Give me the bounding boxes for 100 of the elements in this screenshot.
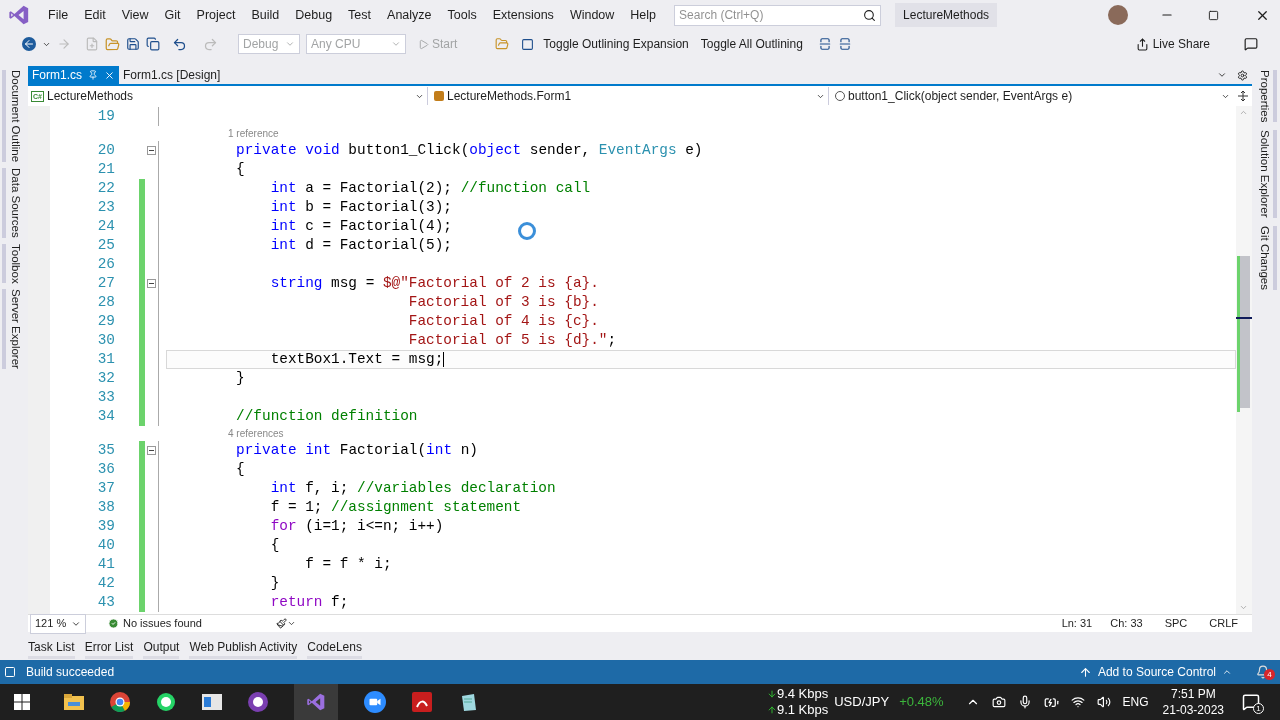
menu-item[interactable]: Test <box>340 5 380 25</box>
scroll-down-icon <box>1239 603 1248 612</box>
whitespace-indicator[interactable]: SPC <box>1164 615 1188 632</box>
folder-icon[interactable] <box>64 694 84 710</box>
line-indicator: Ln: 31 <box>1061 616 1093 632</box>
pdf-icon[interactable] <box>412 692 432 712</box>
line-number: 42 <box>96 576 115 591</box>
line-ending-indicator[interactable]: CRLF <box>1209 615 1238 632</box>
code-line: private void button1_Click(object sender, EventArgs e) <box>235 141 704 160</box>
solution-name: LectureMethods <box>895 3 998 27</box>
split-button[interactable] <box>1236 89 1250 103</box>
line-number: 33 <box>96 390 115 405</box>
scrollbar-thumb[interactable] <box>1240 256 1250 408</box>
browser-button[interactable] <box>521 37 535 51</box>
vertical-scrollbar[interactable] <box>1236 106 1252 614</box>
side-panel-tab[interactable]: Solution Explorer <box>1255 130 1277 218</box>
maximize-button[interactable] <box>1208 9 1219 21</box>
menu-item[interactable]: Build <box>243 5 288 25</box>
search-field[interactable]: Search (Ctrl+Q) <box>674 4 882 26</box>
menu-item[interactable]: Edit <box>76 5 114 25</box>
input-language[interactable]: ENG <box>1122 693 1149 711</box>
line-number: 39 <box>96 519 115 534</box>
line-number: 31 <box>96 352 115 367</box>
line-number: 27 <box>96 276 115 291</box>
outline-button[interactable] <box>837 37 852 51</box>
undo-button[interactable] <box>172 36 187 52</box>
code-line: return f; <box>269 593 350 612</box>
avatar[interactable] <box>1108 5 1128 25</box>
download-speed: 9.4 Kbps <box>776 686 829 702</box>
menu-item[interactable]: Tools <box>439 5 485 25</box>
zoom-dropdown[interactable]: 121 % <box>30 613 86 634</box>
save-all-button[interactable] <box>146 37 160 51</box>
save-button[interactable] <box>126 37 140 51</box>
side-panel-tab[interactable]: Properties <box>1255 70 1277 123</box>
collapse-toggle[interactable] <box>147 146 156 155</box>
camera-icon[interactable] <box>991 695 1006 709</box>
menu-item[interactable]: Debug <box>287 5 341 25</box>
line-number: 20 <box>96 143 115 158</box>
busy-cursor-icon <box>518 222 536 240</box>
menu-item[interactable]: Project <box>188 5 244 25</box>
collapse-toggle[interactable] <box>147 446 156 455</box>
menu-item[interactable]: Git <box>156 5 189 25</box>
codelens-reference[interactable]: 4 references <box>228 426 284 441</box>
microphone-icon[interactable] <box>1017 695 1032 709</box>
windows-logo-icon[interactable] <box>14 694 30 710</box>
line-number: 34 <box>96 409 115 424</box>
line-number: 38 <box>96 500 115 515</box>
video-call-icon[interactable] <box>364 691 386 713</box>
feedback-icon[interactable] <box>1244 37 1258 51</box>
notifications-icon[interactable] <box>1256 665 1270 679</box>
close-icon <box>104 69 115 81</box>
line-number: 19 <box>96 109 115 124</box>
line-number: 43 <box>96 595 115 610</box>
notification-badge: 1 <box>1253 703 1264 714</box>
scroll-up-icon <box>1239 108 1248 117</box>
code-line: int d = Factorial(5); <box>269 236 453 255</box>
volume-icon[interactable] <box>1096 695 1111 709</box>
menu-item[interactable]: Help <box>622 5 665 25</box>
codelens-reference[interactable]: 1 reference <box>228 126 279 141</box>
line-number: 32 <box>96 371 115 386</box>
line-number: 21 <box>96 162 115 177</box>
clock[interactable]: 7:51 PM 21-03-2023 <box>1162 686 1224 718</box>
share-icon <box>1135 37 1149 51</box>
menu-item[interactable]: Analyze <box>379 5 440 25</box>
window-icon[interactable] <box>202 694 222 710</box>
line-number: 36 <box>96 462 115 477</box>
document-tab[interactable]: Form1.cs [Design] <box>119 66 225 84</box>
back-button[interactable] <box>22 37 36 51</box>
app-icon[interactable] <box>248 692 268 712</box>
issues-status[interactable]: No issues found <box>108 615 268 632</box>
outline-button[interactable] <box>817 37 832 51</box>
chat-icon[interactable] <box>156 692 176 712</box>
toolbar-button[interactable]: Toggle All Outlining <box>697 35 806 53</box>
app-logo-icon[interactable] <box>306 692 326 712</box>
class-dropdown[interactable]: LectureMethods.Form1 <box>431 87 829 105</box>
document-tab[interactable]: Form1.cs <box>28 66 119 84</box>
class-icon <box>434 91 444 101</box>
browser-icon[interactable] <box>110 692 130 712</box>
arrow-up-icon <box>766 705 777 715</box>
toolbar-button[interactable]: Toggle Outlining Expansion <box>540 35 692 53</box>
code-line: { <box>235 460 246 479</box>
code-line: int f, i; //variables declaration <box>269 479 557 498</box>
source-control-button[interactable]: Add to Source Control <box>1078 663 1232 681</box>
menu-item[interactable]: Extensions <box>484 5 562 25</box>
menu-item[interactable]: File <box>40 5 77 25</box>
menu-item[interactable]: Window <box>561 5 623 25</box>
line-number: 28 <box>96 295 115 310</box>
collapse-toggle[interactable] <box>147 279 156 288</box>
code-line: //function definition <box>235 407 419 426</box>
action-center-icon[interactable] <box>1242 693 1260 711</box>
ticker-change: +0.48% <box>899 693 944 712</box>
line-number: 25 <box>96 238 115 253</box>
cleanup-icon[interactable] <box>276 618 287 629</box>
wifi-icon[interactable] <box>1070 695 1085 709</box>
side-panel-tab[interactable]: Git Changes <box>1255 226 1277 290</box>
menu-item[interactable]: View <box>113 5 157 25</box>
line-number: 22 <box>96 181 115 196</box>
live-share-button[interactable]: Live Share <box>1135 35 1210 53</box>
member-dropdown[interactable]: button1_Click(object sender, EventArgs e) <box>832 87 1233 105</box>
settings-icon[interactable] <box>1237 70 1248 81</box>
